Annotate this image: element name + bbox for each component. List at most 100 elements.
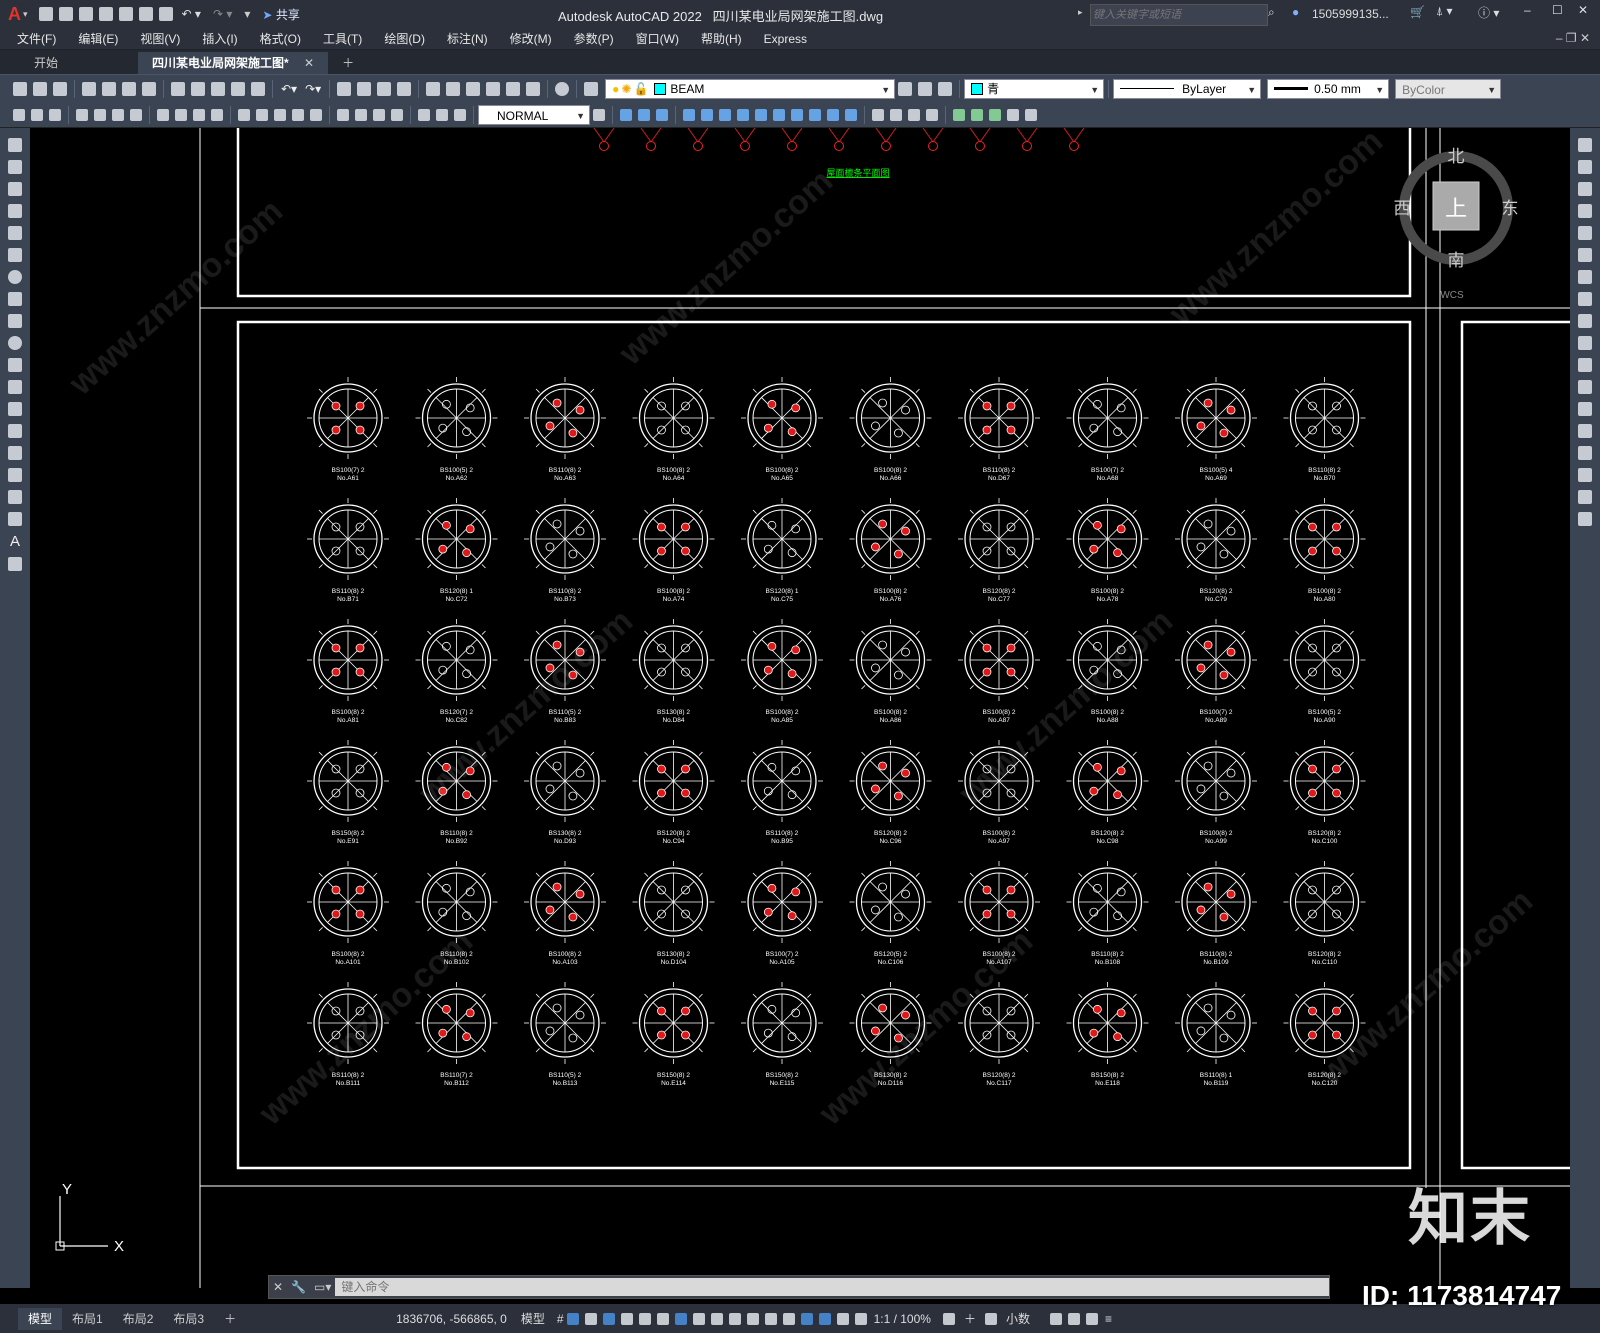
isodraft-icon[interactable] <box>638 1312 651 1325</box>
design-center-icon[interactable] <box>446 81 461 96</box>
color-dropdown[interactable]: 青 ▼ <box>964 78 1105 99</box>
linetype-dropdown[interactable]: ByLayer ▼ <box>1113 78 1262 99</box>
tab-model[interactable]: 模型 <box>18 1307 63 1330</box>
object-snap-icon[interactable] <box>674 1312 687 1325</box>
tab-layout1[interactable]: 布局1 <box>62 1308 113 1330</box>
dim-style-icon[interactable] <box>593 108 605 121</box>
loft-icon[interactable] <box>845 108 857 121</box>
grid-icon[interactable]: # <box>557 1312 564 1326</box>
section-icon[interactable] <box>791 108 803 121</box>
polygon-icon[interactable] <box>8 204 22 218</box>
selection-filter-icon[interactable] <box>782 1312 795 1325</box>
undo-toolbar-icon[interactable]: ↶▾ <box>281 82 297 96</box>
explode-icon[interactable] <box>1578 512 1592 526</box>
add-selected-icon[interactable] <box>8 557 22 571</box>
menu-express[interactable]: Express <box>753 32 818 46</box>
transparency-icon[interactable] <box>710 1312 723 1325</box>
plot-icon-2[interactable] <box>122 81 136 96</box>
revolve-icon[interactable] <box>701 108 713 121</box>
table-icon[interactable] <box>8 512 22 526</box>
status-menu-icon[interactable]: ≡ <box>1105 1312 1112 1326</box>
fillet-icon[interactable] <box>1578 468 1592 482</box>
ortho-icon[interactable] <box>602 1312 615 1325</box>
save-as-icon[interactable] <box>98 7 113 21</box>
export-icon[interactable] <box>118 7 133 21</box>
menu-draw[interactable]: 绘图(D) <box>373 30 436 47</box>
units-readout[interactable]: 小数 <box>1006 1310 1030 1327</box>
command-prompt-icon[interactable]: ▭▾ <box>314 1280 331 1294</box>
redo-icon[interactable]: ↷ ▾ <box>213 7 232 21</box>
extend-icon[interactable] <box>1578 358 1592 372</box>
command-line[interactable]: ✕ 🔧 ▭▾ <box>268 1275 1330 1299</box>
layer-walk-icon[interactable] <box>49 108 61 121</box>
zoom-window-icon[interactable] <box>377 81 392 96</box>
tab-layout2[interactable]: 布局2 <box>113 1308 164 1330</box>
help-search-input[interactable] <box>1090 4 1268 26</box>
auto-scale-icon[interactable] <box>836 1312 849 1325</box>
user-name[interactable]: 1505999135... <box>1312 7 1389 21</box>
spline-icon[interactable] <box>8 314 22 328</box>
pan-icon[interactable] <box>337 81 352 96</box>
slice-icon[interactable] <box>773 108 785 121</box>
annotation-scale-readout[interactable]: 1:1 / 100% <box>874 1312 931 1326</box>
zoom-realtime-icon[interactable] <box>357 81 372 96</box>
lineweight-display-icon[interactable] <box>692 1312 705 1325</box>
copy-icon[interactable] <box>191 81 205 96</box>
dim-ordinate-icon[interactable] <box>130 108 142 121</box>
layer-properties-icon[interactable] <box>584 81 599 96</box>
clean-screen-icon[interactable] <box>1085 1312 1098 1325</box>
tab-document[interactable]: 四川某电业局网架施工图* ✕ <box>138 52 329 74</box>
orbit-icon[interactable] <box>926 108 938 121</box>
zoom-previous-icon[interactable] <box>397 81 412 96</box>
erase-icon[interactable] <box>1578 138 1592 152</box>
share-button[interactable]: ➤ 共享 <box>262 6 299 23</box>
make-block-icon[interactable] <box>8 402 22 416</box>
ucs-icon[interactable] <box>953 108 965 121</box>
menu-file[interactable]: 文件(F) <box>6 30 67 47</box>
blend-icon[interactable] <box>1578 490 1592 504</box>
revision-cloud-icon[interactable] <box>8 292 22 306</box>
menu-parametric[interactable]: 参数(P) <box>563 30 625 47</box>
model-space-button[interactable]: 模型 <box>521 1310 545 1327</box>
break-at-point-icon[interactable] <box>1578 380 1592 394</box>
insert-block-icon[interactable] <box>8 380 22 394</box>
extrude-icon[interactable] <box>683 108 695 121</box>
menu-window[interactable]: 窗口(W) <box>625 30 690 47</box>
cart-icon[interactable]: 🛒 <box>1410 5 1425 19</box>
tab-layout3[interactable]: 布局3 <box>163 1308 214 1330</box>
tab-close-icon[interactable]: ✕ <box>304 56 314 70</box>
join-icon[interactable] <box>1578 424 1592 438</box>
layer-state-icon[interactable] <box>938 81 953 96</box>
autodesk-a360-icon[interactable]: ⍋ ▾ <box>1436 4 1453 19</box>
layer-iso-icon[interactable] <box>31 108 43 121</box>
new-icon[interactable] <box>38 7 53 21</box>
wrench-icon[interactable]: 🔧 <box>291 1280 306 1294</box>
ucs-previous-icon[interactable] <box>989 108 1001 121</box>
customize-chevron-icon[interactable]: ▾ <box>244 7 250 21</box>
rectangle-icon[interactable] <box>8 226 22 240</box>
inspect-icon[interactable] <box>373 108 385 121</box>
save-icon[interactable] <box>78 7 93 21</box>
stretch-icon[interactable] <box>1578 314 1592 328</box>
dim-angular-icon[interactable] <box>211 108 223 121</box>
autocad-logo-icon[interactable]: A <box>8 4 21 25</box>
mirror-icon[interactable] <box>1578 182 1592 196</box>
gizmo-icon[interactable] <box>800 1312 813 1325</box>
tolerance-icon[interactable] <box>337 108 349 121</box>
menu-modify[interactable]: 修改(M) <box>499 30 563 47</box>
properties-icon[interactable] <box>426 81 441 96</box>
help-toolbar-icon[interactable] <box>555 81 570 96</box>
lineweight-dropdown[interactable]: 0.50 mm ▼ <box>1267 78 1390 99</box>
sheet-set-icon[interactable] <box>486 81 501 96</box>
sweep-icon[interactable] <box>827 108 839 121</box>
drawing-svg[interactable]: 屋面檩条平面图 BS100(7) 2No.A61BS100(5) 2No.A62… <box>30 128 1570 1288</box>
ellipse-arc-icon[interactable] <box>8 358 22 372</box>
infer-constraints-icon[interactable] <box>584 1312 597 1325</box>
menu-insert[interactable]: 插入(I) <box>191 30 248 47</box>
ucs-object-icon[interactable] <box>1025 108 1037 121</box>
menu-tools[interactable]: 工具(T) <box>312 30 373 47</box>
plot-icon[interactable] <box>158 7 173 21</box>
center-mark-icon[interactable] <box>355 108 367 121</box>
quick-properties-icon[interactable] <box>984 1312 997 1325</box>
maximize-icon[interactable]: ☐ <box>1552 3 1563 17</box>
